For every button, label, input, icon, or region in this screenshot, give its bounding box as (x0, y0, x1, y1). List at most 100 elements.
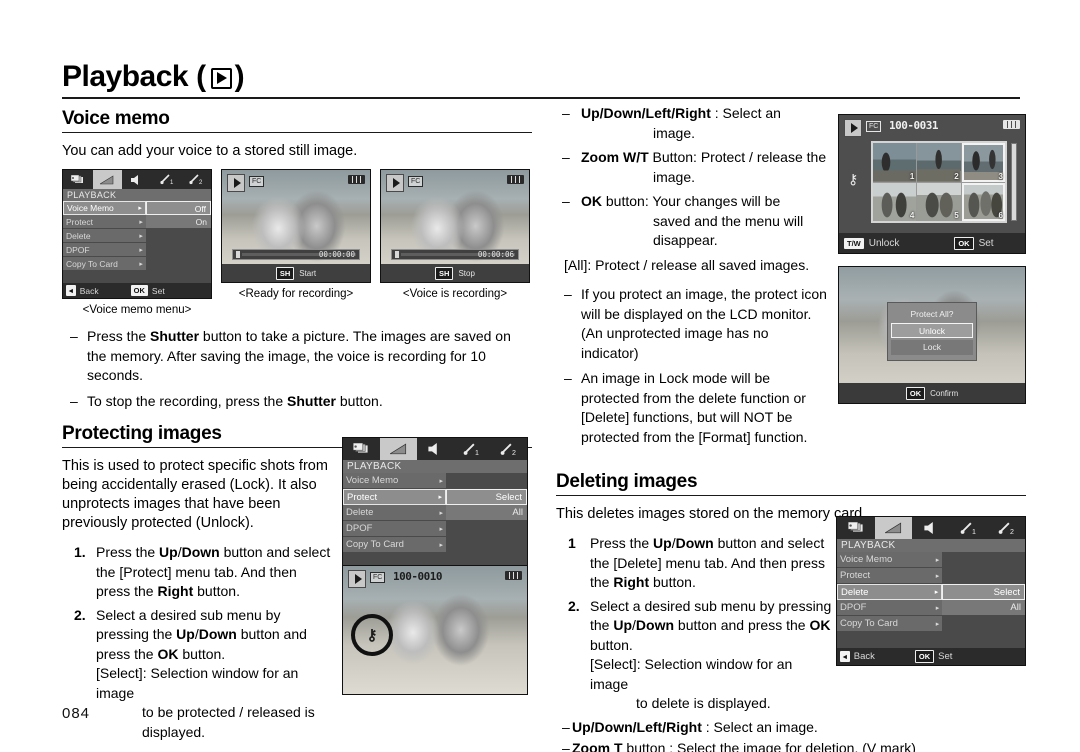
key-desc: Select an (722, 105, 781, 121)
menu-item-protect[interactable]: Protect ▸ (837, 568, 943, 584)
tab-playback[interactable] (874, 517, 913, 539)
menu-item-label: DPOF (66, 244, 90, 255)
ok-key-icon[interactable]: OK (914, 650, 935, 663)
select-tag: [Select]: (590, 656, 641, 672)
tab-playback[interactable] (379, 438, 417, 460)
key-desc-cont: image. (653, 124, 696, 141)
tab-camera-stack[interactable] (837, 517, 875, 539)
figure-ready-for-recording: FC 00:00:00 SH Start <Ready for recordin… (221, 169, 371, 317)
submenu-option-select[interactable]: Select (942, 584, 1025, 600)
key-rest: : Select an image. (701, 718, 818, 735)
key-sep: button: (602, 193, 653, 209)
card-badge-icon: FC (370, 572, 386, 583)
menu-item-label: Delete (346, 507, 374, 518)
voice-progress-bar: 00:00:00 (232, 249, 360, 260)
tab-setup2[interactable]: 2 (181, 170, 211, 189)
battery-icon (505, 571, 522, 580)
menu-item-delete[interactable]: Delete ▸ (343, 505, 447, 521)
list-item: 1 Press the Up/Down button and select th… (568, 535, 826, 590)
tab-setup2[interactable]: 2 (987, 517, 1025, 539)
tab-sound[interactable] (417, 438, 454, 460)
key-desc-cont: image. (653, 168, 696, 185)
menu-item-delete[interactable]: Delete ▸ (63, 229, 146, 243)
menu-item-label: DPOF (346, 523, 373, 534)
thumbnail-2[interactable]: 2 (917, 143, 961, 182)
tab-camera-stack[interactable] (343, 438, 380, 460)
tab-camera-stack[interactable] (63, 170, 93, 189)
battery-icon (507, 175, 524, 184)
thumbnail-1[interactable]: 1 (873, 143, 917, 182)
tab-sound[interactable] (912, 517, 950, 539)
dialog-option-unlock[interactable]: Unlock (891, 323, 973, 339)
ok-key-icon[interactable]: OK (954, 236, 974, 250)
playback-mode-icon (386, 174, 404, 192)
menu-item-delete[interactable]: Delete ▸ (837, 584, 943, 600)
menu-item-voice-memo[interactable]: Voice Memo ▸ (837, 552, 943, 568)
shutter-hint-strip: SH Start (222, 264, 370, 282)
photo-background: Protect All? Unlock Lock OK Confirm (839, 267, 1025, 403)
thumbnail-3[interactable]: 3 (961, 143, 1005, 182)
figure-voice-is-recording: FC 00:00:06 SH Stop <Voice is recording> (380, 169, 530, 317)
submenu-option-all[interactable]: All (942, 600, 1025, 616)
thumbnail-5[interactable]: 5 (917, 182, 961, 221)
list-item: 2. Select a desired sub menu by pressing… (556, 597, 834, 714)
tab-sound[interactable] (122, 170, 152, 189)
menu-item-label: Protect (347, 491, 378, 503)
shutter-key-icon: SH (435, 266, 454, 280)
submenu-filler (942, 616, 1025, 648)
key-line-zoom-wt: – Zoom W/T Button: Protect / release the… (556, 148, 828, 187)
submenu-spacer (942, 552, 1025, 584)
menu-item-dpof[interactable]: DPOF ▸ (343, 521, 447, 537)
chevron-right-icon: ▸ (935, 604, 940, 612)
dash: – (562, 105, 570, 121)
select-desc-2: to delete is displayed. (636, 695, 771, 711)
back-key-icon[interactable]: ◂ (840, 651, 850, 662)
chevron-right-icon: ▸ (439, 541, 444, 549)
tab-setup1[interactable]: 1 (152, 170, 182, 189)
back-key-icon[interactable]: ◂ (66, 285, 76, 296)
zoom-key-icon[interactable]: T/W (844, 237, 864, 249)
lock-key-icon: ⚷ (848, 171, 859, 187)
menu-item-protect[interactable]: Protect ▸ (343, 489, 447, 505)
menu-item-label: Copy To Card (346, 539, 404, 550)
list-item: Press the Shutter button to take a pictu… (62, 327, 532, 386)
thumbnail-footer: T/W Unlock OK Set (839, 233, 1025, 253)
svg-text:1: 1 (972, 527, 976, 534)
thumbnail-4[interactable]: 4 (873, 182, 917, 221)
ok-key-icon[interactable]: OK (905, 386, 926, 400)
key-line-updownleftright: – Up/Down/Left/Right : Select an image. (556, 718, 976, 738)
menu-item-dpof[interactable]: DPOF ▸ (63, 243, 146, 257)
key-line-updownleftright: – Up/Down/Left/Right : Select an image. (556, 104, 828, 143)
tab-setup1[interactable]: 1 (453, 438, 490, 460)
deleting-images-steps: 1 Press the Up/Down button and select th… (556, 534, 834, 714)
figure-thumbnail-selection: FC 100-0031 ⚷ 1 2 3 4 5 6 T/W Unlock OK … (838, 114, 1026, 254)
menu-item-dpof[interactable]: DPOF ▸ (837, 600, 943, 616)
menu-item-voice-memo[interactable]: Voice Memo ▸ (343, 473, 447, 489)
dash: – (562, 718, 570, 735)
menu-item-copy-to-card[interactable]: Copy To Card ▸ (343, 537, 447, 553)
submenu-filler (145, 229, 211, 283)
ok-key-icon[interactable]: OK (130, 285, 148, 296)
tab-setup1[interactable]: 1 (950, 517, 988, 539)
key-sep: Button: (648, 149, 701, 165)
thumbnail-scrollbar[interactable] (1011, 143, 1017, 221)
paren-open: ( (196, 60, 206, 93)
menu-item-voice-memo[interactable]: Voice Memo ▸ (63, 201, 146, 215)
card-badge-icon: FC (408, 176, 424, 187)
key-name: Zoom T (572, 740, 623, 752)
dialog-option-lock[interactable]: Lock (891, 340, 973, 356)
menu-item-copy-to-card[interactable]: Copy To Card ▸ (837, 616, 943, 632)
tab-setup2[interactable]: 2 (490, 438, 527, 460)
submenu-option-all[interactable]: All (446, 505, 527, 521)
unlock-label: Unlock (868, 237, 900, 249)
photo-preview: FC 100-0010 ⚷ (343, 566, 527, 694)
tab-playback[interactable] (92, 170, 123, 189)
submenu-option-off[interactable]: Off (145, 201, 211, 215)
thumbnail-6[interactable]: 6 (961, 182, 1005, 221)
menu-item-protect[interactable]: Protect ▸ (63, 215, 146, 229)
svg-text:2: 2 (1010, 527, 1014, 534)
protected-image-screen: FC 100-0010 ⚷ (342, 565, 528, 695)
submenu-option-select[interactable]: Select (446, 489, 527, 505)
menu-item-copy-to-card[interactable]: Copy To Card ▸ (63, 257, 146, 271)
submenu-option-on[interactable]: On (145, 215, 211, 229)
